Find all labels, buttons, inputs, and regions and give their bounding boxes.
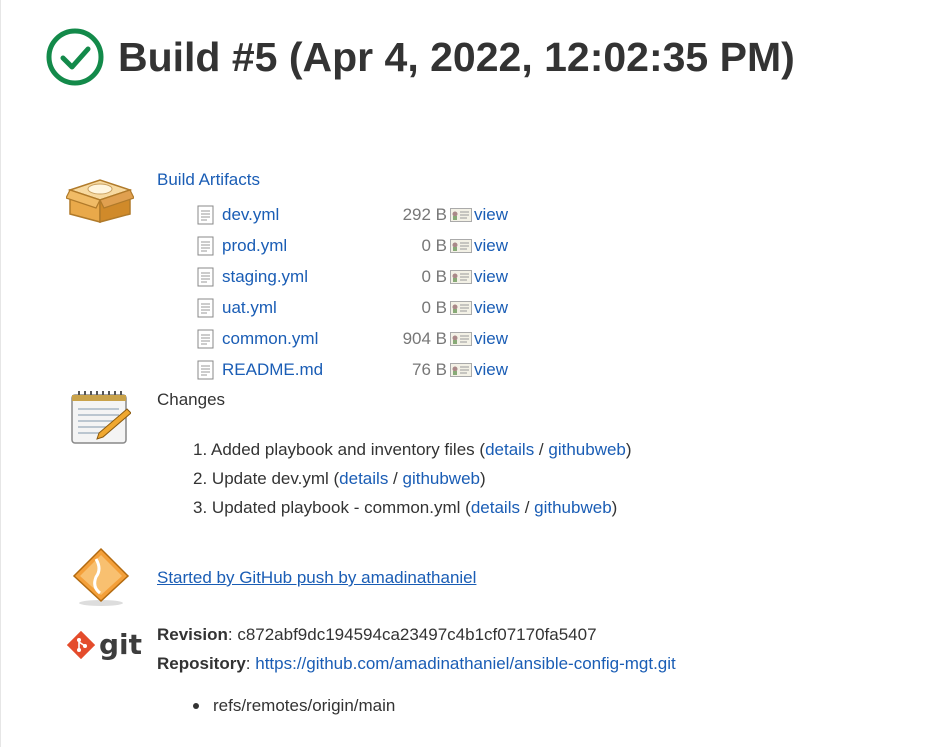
artifact-file-link[interactable]: staging.yml <box>222 267 367 287</box>
change-item: 3. Updated playbook - common.yml (detail… <box>193 498 618 517</box>
success-check-icon <box>46 28 104 86</box>
revision-hash: c872abf9dc194594ca23497c4b1cf07170fa5407 <box>237 625 597 644</box>
artifact-size: 0 B <box>421 235 447 255</box>
package-box-icon <box>66 179 134 223</box>
artifact-view-link[interactable]: view <box>474 236 508 256</box>
artifact-view-link[interactable]: view <box>474 298 508 318</box>
fingerprint-icon[interactable] <box>450 207 472 222</box>
build-header: Build #5 (Apr 4, 2022, 12:02:35 PM) <box>46 28 795 86</box>
change-message: Updated playbook - common.yml <box>211 498 461 517</box>
git-diamond-icon <box>67 631 95 659</box>
change-number: 2. <box>193 469 208 488</box>
branch-list: refs/remotes/origin/main <box>193 696 395 716</box>
file-icon <box>197 236 214 255</box>
artifact-file-link[interactable]: prod.yml <box>222 236 367 256</box>
git-logo: git <box>67 631 142 659</box>
change-githubweb-link[interactable]: githubweb <box>548 440 626 459</box>
left-border <box>0 0 1 747</box>
fingerprint-icon[interactable] <box>450 269 472 284</box>
artifact-row: common.yml 904 B view <box>197 323 508 354</box>
change-githubweb-link[interactable]: githubweb <box>402 469 480 488</box>
branch-item: refs/remotes/origin/main <box>213 696 396 715</box>
changes-title: Changes <box>157 390 226 409</box>
artifact-row: prod.yml 0 B view <box>197 230 508 261</box>
artifact-view-link[interactable]: view <box>474 329 508 349</box>
change-details-link[interactable]: details <box>485 440 534 459</box>
file-icon <box>197 267 214 286</box>
artifact-row: staging.yml 0 B view <box>197 261 508 292</box>
artifact-size: 904 B <box>402 328 447 348</box>
change-item: 1. Added playbook and inventory files (d… <box>193 440 632 459</box>
git-revision-block: Revision: c872abf9dc194594ca23497c4b1cf0… <box>157 625 676 673</box>
file-icon <box>197 360 214 379</box>
change-message: Update dev.yml <box>211 469 329 488</box>
bullet <box>193 703 199 709</box>
artifact-file-link[interactable]: README.md <box>222 360 367 380</box>
repository-label: Repository <box>157 654 246 673</box>
revision-label: Revision <box>157 625 228 644</box>
artifact-file-link[interactable]: common.yml <box>222 329 367 349</box>
change-number: 3. <box>193 498 208 517</box>
cause-link[interactable]: Started by GitHub push by amadinathaniel <box>157 568 476 587</box>
change-message: Added playbook and inventory files <box>210 440 475 459</box>
github-push-trigger-icon <box>72 547 130 606</box>
artifact-list: dev.yml 292 Bview prod.yml 0 Bview staging.y… <box>197 199 508 385</box>
artifact-file-link[interactable]: uat.yml <box>222 298 367 318</box>
page-title: Build #5 (Apr 4, 2022, 12:02:35 PM) <box>118 33 795 80</box>
file-icon <box>197 329 214 348</box>
change-details-link[interactable]: details <box>471 498 520 517</box>
git-logo-text: git <box>99 628 143 661</box>
artifact-size: 0 B <box>421 266 447 286</box>
artifact-row: dev.yml 292 B view <box>197 199 508 230</box>
changes-list: 1. Added playbook and inventory files (d… <box>193 435 632 522</box>
notepad-pencil-icon <box>71 391 131 444</box>
change-githubweb-link[interactable]: githubweb <box>534 498 612 517</box>
fingerprint-icon[interactable] <box>450 300 472 315</box>
file-icon <box>197 298 214 317</box>
build-artifacts-link[interactable]: Build Artifacts <box>157 170 260 190</box>
artifact-row: README.md 76 B view <box>197 354 508 385</box>
artifact-view-link[interactable]: view <box>474 267 508 287</box>
fingerprint-icon[interactable] <box>450 331 472 346</box>
artifact-view-link[interactable]: view <box>474 205 508 225</box>
change-number: 1. <box>193 440 208 459</box>
artifact-row: uat.yml 0 B view <box>197 292 508 323</box>
file-icon <box>197 205 214 224</box>
artifact-size: 0 B <box>421 297 447 317</box>
fingerprint-icon[interactable] <box>450 362 472 377</box>
repository-link[interactable]: https://github.com/amadinathaniel/ansibl… <box>255 654 676 673</box>
change-details-link[interactable]: details <box>339 469 388 488</box>
artifact-size: 292 B <box>402 204 447 224</box>
artifact-view-link[interactable]: view <box>474 360 508 380</box>
fingerprint-icon[interactable] <box>450 238 472 253</box>
artifact-file-link[interactable]: dev.yml <box>222 205 367 225</box>
artifact-size: 76 B <box>412 359 447 379</box>
change-item: 2. Update dev.yml (details / githubweb) <box>193 469 486 488</box>
